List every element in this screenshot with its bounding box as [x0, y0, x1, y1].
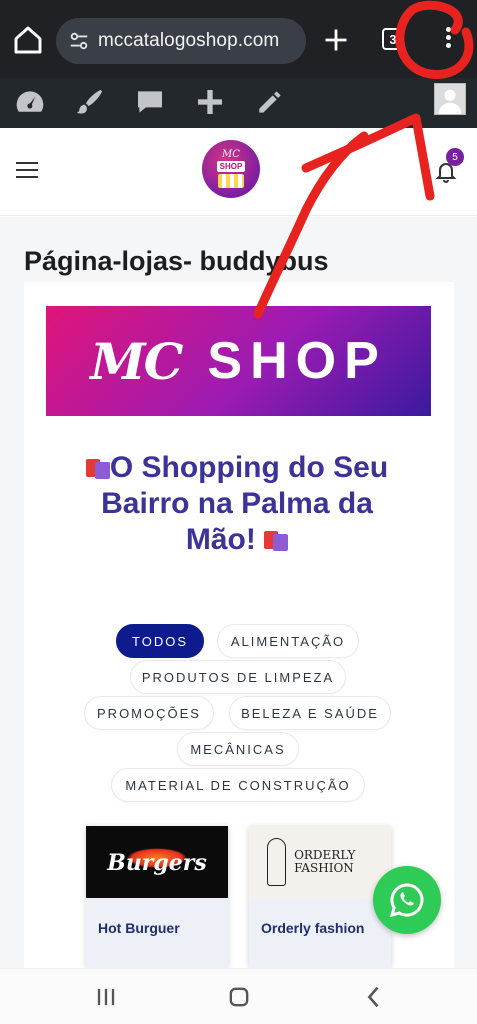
- store-name[interactable]: Hot Burguer: [86, 898, 228, 968]
- comments-icon[interactable]: [134, 86, 166, 118]
- headline-text: O Shopping do Seu Bairro na Palma da Mão…: [101, 451, 389, 556]
- site-settings-icon[interactable]: [68, 30, 90, 52]
- filter-chip-promocoes[interactable]: PROMOÇÕES: [84, 696, 214, 730]
- home-nav-icon[interactable]: [225, 983, 253, 1011]
- store-logo-hot-burguer: Burgers: [86, 826, 228, 898]
- url-text[interactable]: mccatalogoshop.com: [98, 30, 279, 52]
- tab-count: 3: [389, 31, 397, 47]
- banner-shop-text: SHOP: [207, 332, 387, 390]
- home-icon[interactable]: [12, 24, 44, 56]
- store-logo-orderly-fashion: ORDERLY FASHION: [249, 826, 391, 898]
- fashion-figure-icon: [267, 838, 287, 886]
- filter-chip-produtos-de-limpeza[interactable]: PRODUTOS DE LIMPEZA: [130, 660, 346, 694]
- new-content-icon[interactable]: [194, 86, 226, 118]
- site-logo[interactable]: MC SHOP: [202, 140, 260, 198]
- address-bar[interactable]: mccatalogoshop.com: [56, 18, 306, 64]
- shopping-bags-icon: [85, 453, 110, 479]
- more-vert-icon[interactable]: [436, 24, 460, 56]
- whatsapp-button[interactable]: [373, 866, 441, 934]
- shopping-bags-icon: [264, 525, 289, 551]
- system-nav-bar: [0, 968, 477, 1024]
- back-icon[interactable]: [360, 983, 388, 1011]
- filter-chip-alimentacao[interactable]: ALIMENTAÇÃO: [217, 624, 359, 658]
- logo-mc-text: MC: [222, 149, 240, 160]
- tab-switcher-button[interactable]: 3: [382, 28, 404, 50]
- admin-toolbar: [0, 78, 477, 128]
- store-logo-text: Burgers: [107, 850, 207, 876]
- whatsapp-icon: [389, 883, 424, 918]
- mc-shop-banner: MC SHOP: [46, 306, 431, 416]
- recent-apps-icon[interactable]: [92, 983, 120, 1011]
- hamburger-menu-icon[interactable]: [16, 162, 38, 180]
- site-header: MC SHOP 5: [0, 128, 477, 216]
- filter-chip-todos[interactable]: TODOS: [116, 624, 204, 658]
- notification-badge: 5: [446, 148, 464, 166]
- store-name[interactable]: Orderly fashion: [249, 898, 391, 968]
- user-avatar[interactable]: [434, 83, 466, 115]
- store-card-hot-burguer[interactable]: Burgers Hot Burguer: [86, 826, 228, 968]
- customize-brush-icon[interactable]: [74, 86, 106, 118]
- new-tab-icon[interactable]: [322, 26, 350, 54]
- logo-shop-text: SHOP: [216, 161, 246, 172]
- browser-toolbar: mccatalogoshop.com 3: [0, 0, 477, 78]
- store-card-orderly-fashion[interactable]: ORDERLY FASHION Orderly fashion: [249, 826, 391, 968]
- storefront-icon: [218, 174, 244, 188]
- dashboard-icon[interactable]: [14, 86, 46, 118]
- headline: O Shopping do Seu Bairro na Palma da Mão…: [62, 450, 412, 558]
- banner-mc-text: MC: [90, 331, 183, 391]
- page-title: Página-lojas- buddybus: [24, 246, 329, 276]
- filter-chip-material-de-construcao[interactable]: MATERIAL DE CONSTRUÇÃO: [111, 768, 365, 802]
- filter-chip-mecanicas[interactable]: MECÂNICAS: [177, 732, 299, 766]
- store-logo-text: ORDERLY FASHION: [294, 848, 356, 875]
- edit-pencil-icon[interactable]: [254, 86, 286, 118]
- filter-chip-beleza-e-saude[interactable]: BELEZA E SAÚDE: [229, 696, 391, 730]
